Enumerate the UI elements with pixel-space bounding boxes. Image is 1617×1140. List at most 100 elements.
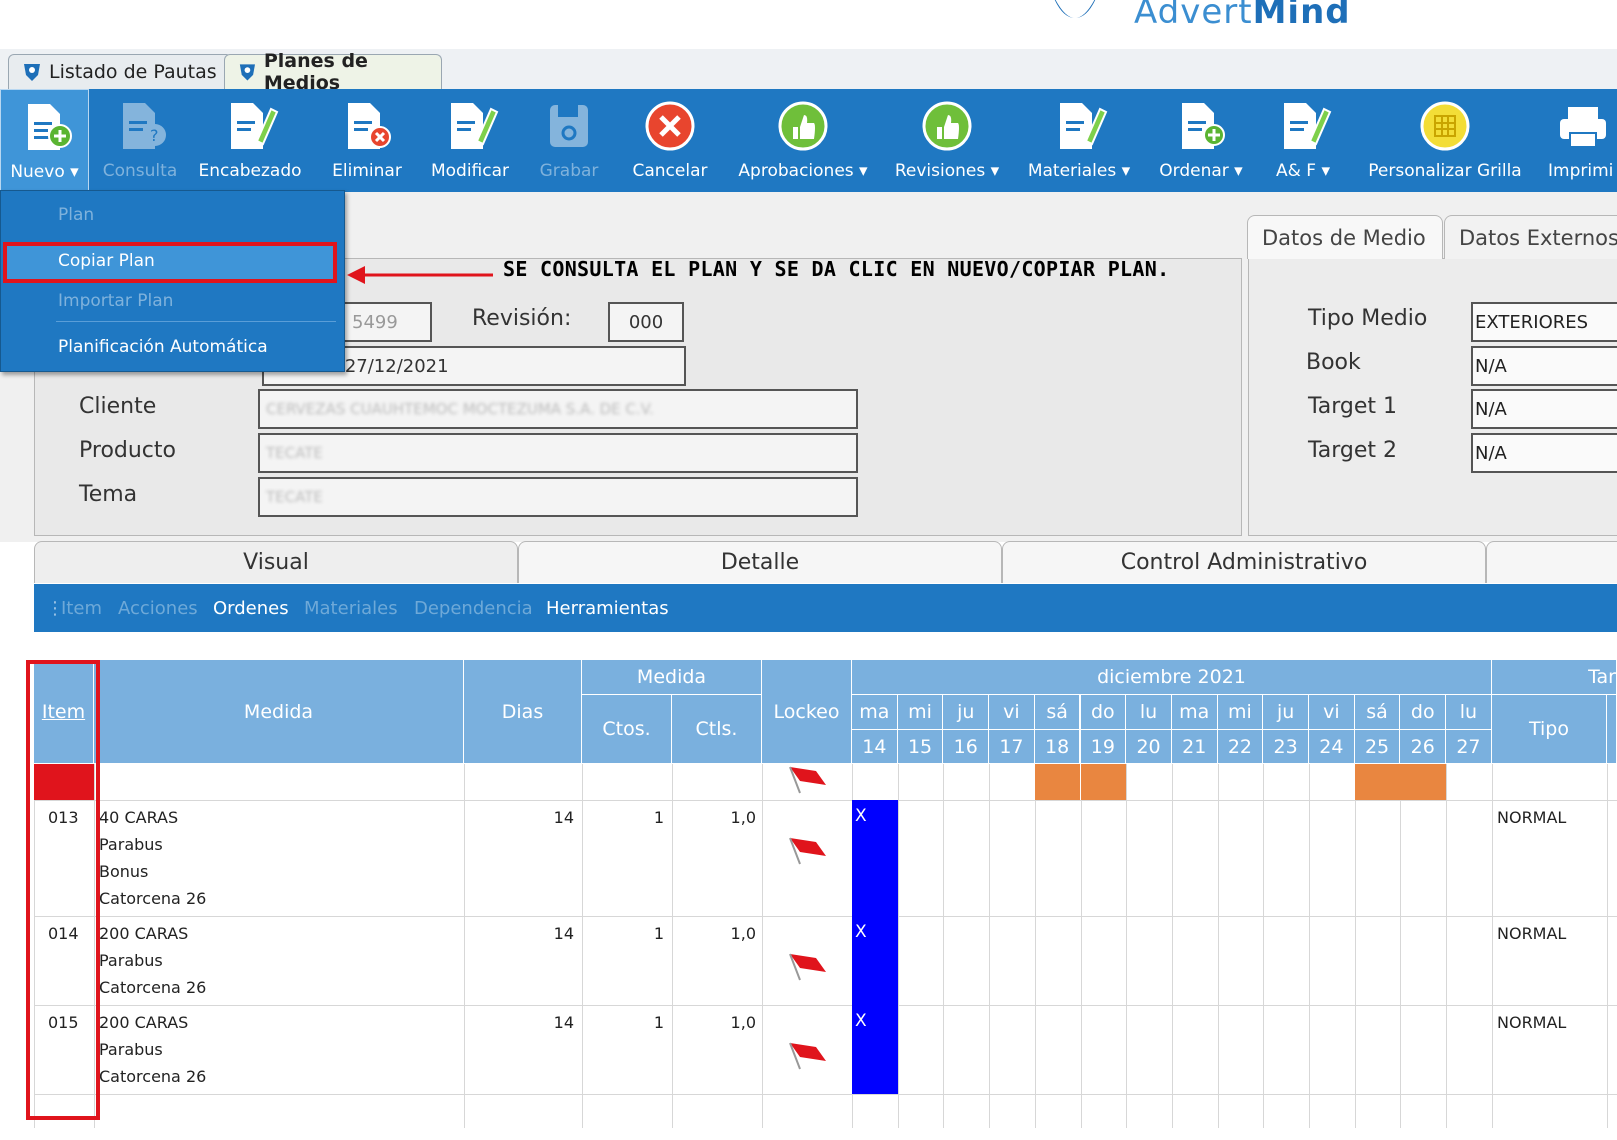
header-lockeo[interactable]: Lockeo [762, 660, 852, 764]
grid-vline [582, 764, 583, 1128]
book-field[interactable]: N/A [1471, 346, 1617, 386]
grid-vline [672, 764, 673, 1128]
printer-icon [1560, 107, 1606, 148]
cancelar-button[interactable]: Cancelar [626, 89, 714, 192]
grid-vline [1607, 764, 1608, 1128]
header-ctos[interactable]: Ctos. [582, 695, 672, 764]
grid-vline [897, 764, 899, 1128]
producto-field[interactable]: TECATE [258, 433, 858, 473]
menu-separator [56, 321, 336, 322]
tab-planes-de-medios[interactable]: Planes de Medios [224, 50, 442, 94]
consulta-button[interactable]: ? Consulta [95, 89, 185, 192]
grid-vline [943, 764, 945, 1128]
grid-icon [1420, 101, 1470, 151]
header-dias[interactable]: Dias [464, 660, 582, 764]
modificar-button[interactable]: Modificar [424, 89, 516, 192]
subtoolbar-herramientas[interactable]: Herramientas [546, 598, 669, 619]
aprobaciones-button[interactable]: Aprobaciones ▾ [732, 89, 874, 192]
subtoolbar-materiales[interactable]: Materiales [304, 598, 398, 619]
weekend-marker [1034, 764, 1081, 800]
personalizar-grilla-button[interactable]: Personalizar Grilla [1360, 89, 1530, 192]
ctls-cell: 1,0 [730, 808, 756, 827]
materiales-button[interactable]: Materiales ▾ [1022, 89, 1136, 192]
day-of-week-header: lu [1126, 695, 1172, 730]
query-document-icon: ? [123, 103, 166, 149]
header-medida[interactable]: Medida [94, 660, 464, 764]
tab-visual[interactable]: Visual [34, 541, 518, 583]
header-ctls[interactable]: Ctls. [672, 695, 762, 764]
lock-flag-icon[interactable] [786, 1039, 828, 1073]
dias-cell: 14 [553, 1013, 574, 1032]
tipo-medio-field[interactable]: EXTERIORES [1471, 302, 1617, 342]
grid-vline [1171, 764, 1173, 1128]
cliente-field[interactable]: CERVEZAS CUAUHTEMOC MOCTEZUMA S.A. DE C.… [258, 389, 858, 429]
thumbs-up-icon [922, 101, 972, 151]
tab-listado-de-pautas[interactable]: Listado de Pautas [8, 54, 232, 89]
grid-vline [1034, 764, 1036, 1128]
target2-label: Target 2 [1308, 438, 1398, 463]
header-tipo[interactable]: Tipo [1492, 695, 1607, 764]
book-label: Book [1306, 350, 1361, 375]
ctls-cell: 1,0 [730, 1013, 756, 1032]
eliminar-button[interactable]: Eliminar [324, 89, 410, 192]
day-of-week-header: vi [1309, 695, 1355, 730]
grid-vline [1217, 764, 1219, 1128]
revision-field[interactable]: 000 [608, 302, 684, 342]
scheduled-mark: X [855, 1011, 867, 1031]
tema-label: Tema [79, 482, 138, 507]
advertmind-logo: AdvertMind [1030, 0, 1350, 48]
revisiones-button[interactable]: Revisiones ▾ [890, 89, 1004, 192]
imprimir-button[interactable]: Imprimi [1548, 89, 1617, 192]
day-number-header: 25 [1354, 730, 1401, 764]
header-medida-group: Medida [582, 660, 762, 695]
medida-line: Parabus [99, 1040, 163, 1059]
day-of-week-header: vi [989, 695, 1035, 730]
ordenar-button[interactable]: Ordenar ▾ [1152, 89, 1250, 192]
menu-item-copiar-plan[interactable] [3, 242, 337, 283]
dias-cell: 14 [553, 924, 574, 943]
menu-item-importar-plan[interactable]: Importar Plan [58, 291, 173, 311]
tab-detalle[interactable]: Detalle [518, 541, 1002, 583]
lock-flag-icon[interactable] [786, 950, 828, 984]
day-of-week-header: do [1400, 695, 1447, 730]
medida-line: 200 CARAS [99, 1013, 189, 1032]
medida-line: Bonus [99, 862, 149, 881]
subtoolbar-dependencia[interactable]: Dependencia [414, 598, 533, 619]
grid-hline [34, 1094, 1617, 1095]
medida-line: Catorcena 26 [99, 978, 207, 997]
day-number-header: 21 [1171, 730, 1218, 764]
logo-icon [1054, 0, 1096, 18]
subtoolbar-acciones[interactable]: Acciones [118, 598, 198, 619]
menu-item-plan[interactable]: Plan [58, 205, 94, 225]
grid-hline [34, 1005, 1617, 1006]
menu-item-planificacion-automatica[interactable]: Planificación Automática [58, 337, 268, 357]
subtoolbar-item[interactable]: Item [61, 598, 102, 619]
ctos-cell: 1 [653, 1013, 664, 1032]
lock-flag-icon[interactable] [786, 763, 828, 797]
tab-datos-externos[interactable]: Datos Externos [1444, 215, 1617, 259]
nuevo-button[interactable]: Nuevo ▾ [0, 89, 89, 194]
tema-field[interactable]: TECATE [258, 477, 858, 517]
grid-vline [1126, 764, 1128, 1128]
target2-field[interactable]: N/A [1471, 433, 1617, 473]
target1-field[interactable]: N/A [1471, 389, 1617, 429]
target1-label: Target 1 [1308, 394, 1398, 419]
tab-control-administrativo[interactable]: Control Administrativo [1002, 541, 1486, 583]
tab-datos-de-medio[interactable]: Datos de Medio [1247, 215, 1443, 259]
day-of-week-header: ju [1263, 695, 1309, 730]
day-of-week-header: ma [852, 695, 898, 730]
edit-document-icon [1284, 103, 1332, 149]
grabar-button[interactable]: Grabar [533, 89, 605, 192]
grid-vline [762, 764, 763, 1128]
delete-document-icon [348, 103, 391, 149]
day-of-week-header: sá [1354, 695, 1401, 730]
tab-label: Listado de Pautas [49, 61, 217, 83]
grid-vline [464, 764, 465, 1128]
ayf-button[interactable]: A& F ▾ [1268, 89, 1338, 192]
edit-document-icon [231, 103, 279, 149]
subtoolbar-ordenes[interactable]: Ordenes [213, 598, 289, 619]
day-number-header: 27 [1446, 730, 1492, 764]
encabezado-button[interactable]: Encabezado [194, 89, 306, 192]
lock-flag-icon[interactable] [786, 834, 828, 868]
tab-extra[interactable] [1486, 541, 1617, 583]
